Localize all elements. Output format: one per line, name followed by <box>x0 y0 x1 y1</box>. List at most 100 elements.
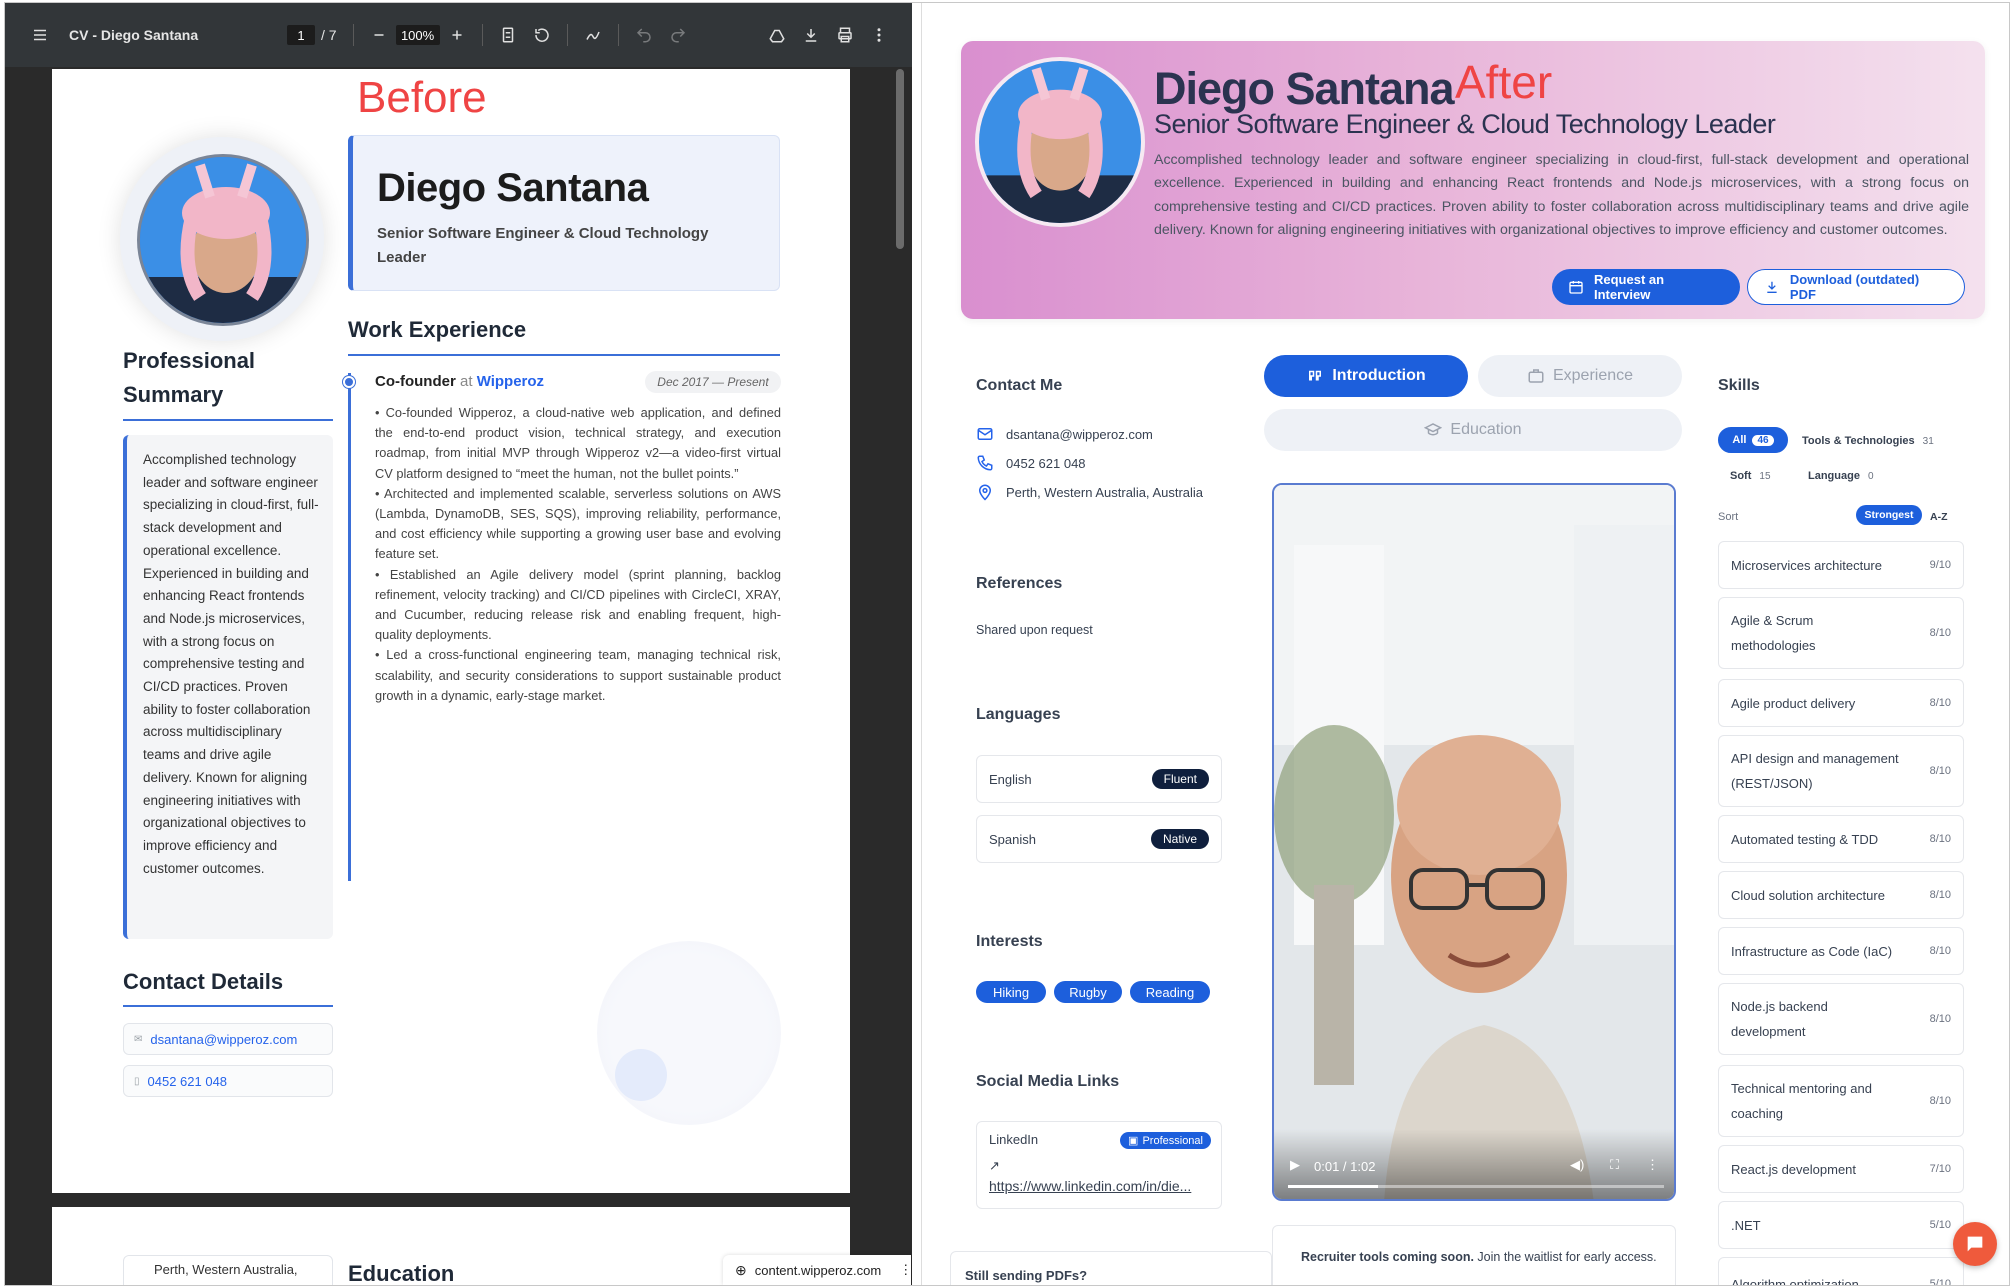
zoom-level-input[interactable]: 100% <box>395 25 440 45</box>
filter-language-count: 0 <box>1867 470 1874 482</box>
video-more-icon[interactable]: ⋮ <box>1646 1157 1659 1173</box>
section-underline <box>123 1005 333 1007</box>
briefcase-icon: ▣ <box>1128 1135 1139 1147</box>
skill-item: React.js development 7/10 <box>1718 1145 1964 1193</box>
contact-location-text: Perth, Western Australia, Australia <box>1006 484 1204 500</box>
volume-icon[interactable]: ◀) <box>1570 1157 1584 1173</box>
video-time: 0:01 / 1:02 <box>1314 1159 1376 1174</box>
download-icon[interactable] <box>794 18 828 52</box>
chat-icon <box>1967 1236 1983 1252</box>
sort-az-button[interactable]: A-Z <box>1930 511 1948 523</box>
fullscreen-icon[interactable]: ⛶ <box>1610 1157 1619 1173</box>
interest-chip[interactable]: Hiking <box>976 981 1046 1003</box>
skill-item: Algorithm optimization 5/10 <box>1718 1257 1964 1285</box>
location-pin-icon <box>978 484 992 501</box>
skills-heading: Skills <box>1718 377 1760 394</box>
before-label: Before <box>357 73 487 122</box>
filter-language[interactable]: Language 0 <box>1808 470 1874 482</box>
menu-icon[interactable] <box>23 18 57 52</box>
skill-name: Automated testing & TDD <box>1731 831 1879 847</box>
phone-link[interactable]: ▯ 0452 621 048 <box>123 1065 333 1097</box>
professional-badge: ▣ Professional <box>1120 1132 1211 1149</box>
languages-heading: Languages <box>976 706 1061 723</box>
recruiter-notice: Recruiter tools coming soon. Join the wa… <box>1272 1225 1676 1285</box>
url-chip[interactable]: ⊕ content.wipperoz.com ⋮ <box>723 1255 912 1285</box>
request-interview-button[interactable]: Request an Interview <box>1552 269 1740 305</box>
skill-level: 8/10 <box>1929 1094 1951 1107</box>
references-heading: References <box>976 575 1063 592</box>
video-frame <box>1274 485 1674 1199</box>
skill-item: Cloud solution architecture 8/10 <box>1718 871 1964 919</box>
job-role: Co-founder <box>375 373 456 390</box>
filter-tools[interactable]: Tools & Technologies 31 <box>1802 435 1934 447</box>
job-title: Co-founder at Wipperoz <box>375 373 544 390</box>
contact-location: Perth, Western Australia, Australia <box>976 483 1203 501</box>
request-interview-label: Request an Interview <box>1594 272 1665 302</box>
page-total: / 7 <box>321 27 337 43</box>
page-number-input[interactable]: 1 <box>287 25 315 45</box>
external-link-icon[interactable]: ↗ <box>989 1158 1000 1174</box>
rotate-icon[interactable] <box>525 18 559 52</box>
contact-phone[interactable]: 0452 621 048 <box>976 454 1086 472</box>
references-text: Shared upon request <box>976 623 1093 637</box>
contact-email[interactable]: dsantana@wipperoz.com <box>976 425 1153 443</box>
tab-education[interactable]: Education <box>1264 409 1682 451</box>
language-level-badge: Fluent <box>1151 769 1209 789</box>
interest-chip[interactable]: Rugby <box>1054 981 1122 1003</box>
skill-level: 8/10 <box>1929 696 1951 709</box>
fit-page-icon[interactable] <box>491 18 525 52</box>
filter-all[interactable]: All 46 <box>1718 427 1788 453</box>
social-links-heading: Social Media Links <box>976 1073 1120 1090</box>
download-pdf-button[interactable]: Download (outdated) PDF <box>1747 269 1965 305</box>
pdf-toolbar: CV - Diego Santana 1 / 7 100% <box>5 3 912 67</box>
cv-role: Senior Software Engineer & Cloud Technol… <box>377 225 709 266</box>
hero-avatar <box>975 57 1145 227</box>
recruiter-bold: Recruiter tools coming soon. <box>1301 1250 1474 1264</box>
undo-icon[interactable] <box>627 18 661 52</box>
more-options-icon[interactable] <box>862 18 896 52</box>
skill-name: Microservices architecture <box>1731 557 1882 573</box>
video-controls: ▶ 0:01 / 1:02 ◀) ⛶ ⋮ <box>1274 1129 1674 1199</box>
toolbar-divider <box>481 24 483 46</box>
linkedin-link[interactable]: https://www.linkedin.com/in/die... <box>989 1178 1191 1194</box>
filter-tools-count: 31 <box>1922 435 1934 447</box>
chat-launcher-button[interactable] <box>1953 1222 1997 1266</box>
skill-item: Microservices architecture 9/10 <box>1718 541 1964 589</box>
drive-save-icon[interactable] <box>760 18 794 52</box>
tab-introduction-label: Introduction <box>1332 367 1426 384</box>
filter-soft[interactable]: Soft 15 <box>1730 470 1771 482</box>
video-progress-bar[interactable] <box>1288 1185 1664 1188</box>
print-icon[interactable] <box>828 18 862 52</box>
recruiter-text: Join the waitlist for early access. <box>1473 1250 1657 1264</box>
social-name: LinkedIn <box>989 1132 1039 1147</box>
interest-chip[interactable]: Reading <box>1130 981 1210 1003</box>
zoom-out-icon[interactable] <box>362 18 396 52</box>
play-icon[interactable]: ▶ <box>1290 1157 1300 1173</box>
zoom-in-icon[interactable] <box>440 18 474 52</box>
tab-education-label: Education <box>1450 421 1522 438</box>
job-date-badge: Dec 2017 — Present <box>645 371 781 393</box>
toolbar-divider <box>352 24 354 46</box>
sort-strongest-button[interactable]: Strongest <box>1856 505 1922 525</box>
language-row: Spanish Native <box>976 815 1222 863</box>
download-pdf-label: Download (outdated) PDF <box>1789 272 1920 302</box>
name-card: Diego Santana Senior Software Engineer &… <box>348 135 780 291</box>
summary-box: Accomplished technology leader and softw… <box>123 435 333 939</box>
filter-all-count: 46 <box>1752 434 1774 446</box>
tab-experience-label: Experience <box>1552 367 1634 384</box>
tab-introduction[interactable]: Introduction <box>1264 355 1468 397</box>
email-text: dsantana@wipperoz.com <box>150 1031 298 1047</box>
intro-video-player[interactable]: ▶ 0:01 / 1:02 ◀) ⛶ ⋮ <box>1272 483 1676 1201</box>
url-chip-text: content.wipperoz.com <box>754 1262 882 1278</box>
tab-experience[interactable]: Experience <box>1478 355 1682 397</box>
skill-name: Agile & Scrum methodologies <box>1731 613 1816 653</box>
email-link[interactable]: ✉ dsantana@wipperoz.com <box>123 1023 333 1055</box>
chip-more-icon[interactable]: ⋮ <box>899 1262 912 1278</box>
pdf-scrollbar[interactable] <box>896 69 904 249</box>
after-label: After <box>1455 56 1553 108</box>
section-underline <box>348 354 780 356</box>
pdf-page-1: Before Diego Santana Senior Software Eng… <box>52 69 850 1193</box>
annotate-icon[interactable] <box>576 18 610 52</box>
social-card-linkedin: LinkedIn ▣ Professional ↗ https://www.li… <box>976 1121 1222 1209</box>
redo-icon[interactable] <box>661 18 695 52</box>
